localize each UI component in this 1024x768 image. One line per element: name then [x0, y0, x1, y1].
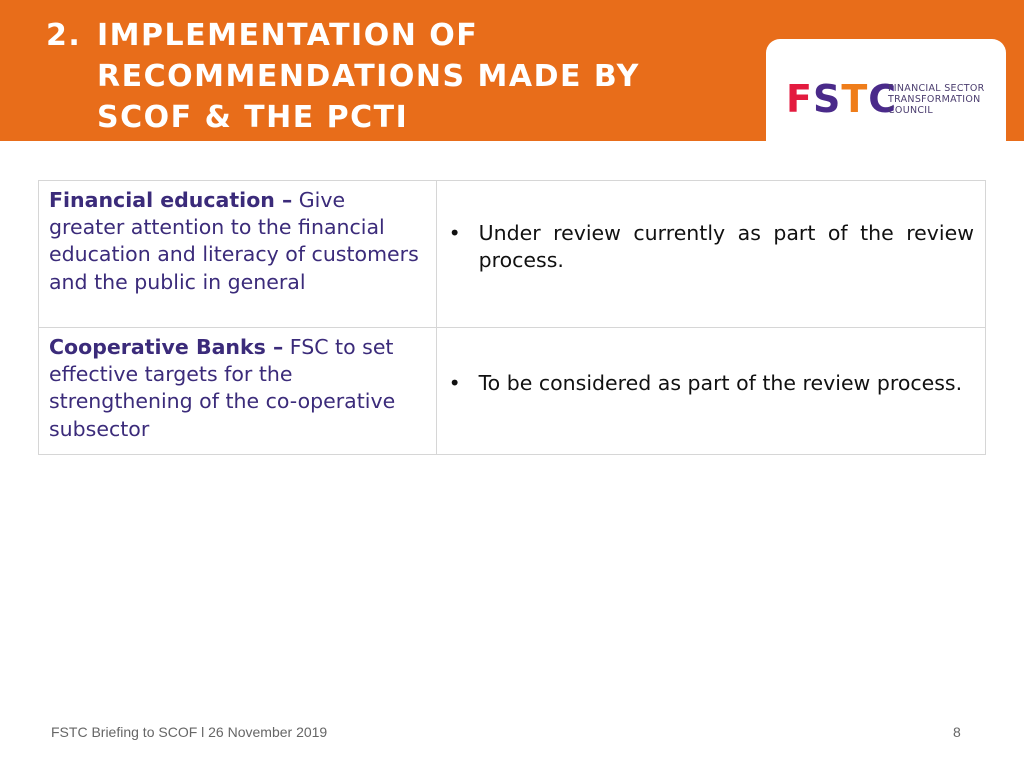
bullet-icon: • [448, 220, 461, 245]
status-text: Under review currently as part of the re… [478, 220, 974, 273]
logo-text-line-2: TRANSFORMATION [888, 94, 981, 105]
status-text: To be considered as part of the review p… [478, 371, 963, 396]
logo-text-line-3: COUNCIL [888, 105, 933, 116]
page-number: 8 [953, 724, 961, 740]
logo-letter-f: F [786, 77, 813, 121]
status-cell: • Under review currently as part of the … [435, 180, 987, 328]
logo-wordmark: FINANCIAL SECTOR TRANSFORMATION COUNCIL [888, 83, 985, 116]
bullet-icon: • [448, 371, 461, 396]
table-row: Financial education – Give greater atten… [38, 180, 987, 328]
recommendations-table: Financial education – Give greater atten… [38, 180, 987, 455]
table-row: Cooperative Banks – FSC to set effective… [38, 327, 987, 455]
logo-mark: FSTC [786, 79, 897, 119]
fstc-logo: FSTC FINANCIAL SECTOR TRANSFORMATION COU… [766, 39, 1006, 149]
title-line-2: RECOMMENDATIONS MADE BY [97, 59, 640, 94]
logo-letter-t: T [841, 77, 869, 121]
status-cell: • To be considered as part of the review… [435, 327, 987, 455]
logo-letter-s: S [812, 77, 842, 121]
title-line-1: IMPLEMENTATION OF [97, 18, 479, 53]
recommendation-cell: Cooperative Banks – FSC to set effective… [38, 327, 437, 455]
recommendation-topic: Financial education – [49, 188, 293, 212]
status-bullet: • To be considered as part of the review… [447, 370, 974, 412]
section-number: 2. [46, 18, 82, 53]
recommendation-topic: Cooperative Banks – [49, 335, 284, 359]
title-line-3: SCOF & THE PCTI [97, 100, 409, 135]
footer-caption: FSTC Briefing to SCOF l 26 November 2019 [51, 724, 328, 740]
status-bullet: • Under review currently as part of the … [447, 220, 974, 289]
logo-text-line-1: FINANCIAL SECTOR [888, 83, 985, 94]
recommendation-cell: Financial education – Give greater atten… [38, 180, 437, 328]
